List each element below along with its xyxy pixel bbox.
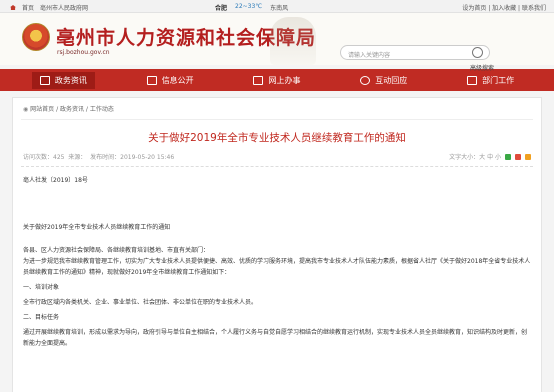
search-input[interactable]: 请输入关键内容 [340,45,490,60]
article-title: 关于做好2019年全市专业技术人员继续教育工作的通知 [148,132,406,144]
main-nav: 政务资讯 信息公开 网上办事 互动回应 部门工作 [0,69,554,91]
nav-item-info[interactable]: 信息公开 [139,72,202,89]
font-size-control[interactable]: 文字大小：大 中 小 [449,152,501,161]
weibo-share-icon[interactable] [515,153,521,160]
top-links[interactable]: 设为首页 | 加入收藏 | 联系我们 [462,3,546,12]
home-icon[interactable] [10,5,16,10]
home-link[interactable]: 首页 [22,3,34,12]
news-icon [39,75,50,85]
nav-label: 互动回应 [375,75,408,85]
nav-item-interact[interactable]: 互动回应 [352,72,415,89]
weather-temp: 22~33℃ [235,3,263,10]
chat-icon [360,75,371,85]
nav-item-news[interactable]: 政务资讯 [31,71,95,89]
national-emblem-icon [22,23,50,51]
publish-date: 发布时间：2019-05-20 15:46 [90,154,175,161]
article-panel: ◉ 网站首页 / 政务资讯 / 工作动态 关于做好2019年全市专业技术人员继续… [12,97,542,392]
article-source: 来源： [68,154,87,161]
statue-decoration [270,17,316,65]
building-icon [467,75,478,85]
computer-icon [253,75,264,85]
nav-label: 网上办事 [268,75,301,85]
section-heading: 二、目标任务 [23,314,60,321]
qzone-share-icon[interactable] [525,153,531,160]
search-icon[interactable] [472,47,483,58]
nav-label: 部门工作 [482,75,515,85]
section-heading: 一、培训对象 [23,284,60,291]
site-header: 亳州市人力资源和社会保障局 rsj.bozhou.gov.cn 请输入关键内容 [0,13,554,65]
wechat-share-icon[interactable] [505,153,511,160]
site-domain: rsj.bozhou.gov.cn [57,49,110,56]
nav-item-online[interactable]: 网上办事 [245,72,308,89]
doc-addressee: 各县、区人力资源社会保障局、各继续教育培训基地、市直有关部门： [23,247,210,254]
nav-label: 信息公开 [161,75,194,85]
paragraph: 为进一步规范我市继续教育管理工作，切实为广大专业技术人员提供便捷、高效、优质的学… [23,258,531,276]
breadcrumb[interactable]: ◉ 网站首页 / 政务资讯 / 工作动态 [21,98,533,120]
article-meta: 访问次数：425 来源： 发布时间：2019-05-20 15:46 文字大小：… [21,149,533,167]
paragraph: 通过开展继续教育培训，形成以需求为导向，政府引导与单位自主相结合，个人履行义务与… [23,329,528,347]
top-bar-left: 首页 亳州市人民政府网 [10,3,88,12]
article-body: 亳人社发〔2019〕18号 关于做好2019年全市专业技术人员继续教育工作的通知… [21,167,533,357]
doc-title: 关于做好2019年全市专业技术人员继续教育工作的通知 [23,224,171,231]
nav-item-dept[interactable]: 部门工作 [459,72,522,89]
weather-city: 合肥 [215,5,228,12]
breadcrumb-text[interactable]: 网站首页 / 政务资讯 / 工作动态 [30,106,114,113]
visit-count: 访问次数：425 [23,154,65,161]
city-gov-link[interactable]: 亳州市人民政府网 [40,3,88,12]
top-bar: 首页 亳州市人民政府网 合肥 22~33℃ 东南风 设为首页 | 加入收藏 | … [0,0,554,13]
doc-number: 亳人社发〔2019〕18号 [23,177,88,184]
nav-label: 政务资讯 [54,75,87,85]
weather-wind: 东南风 [270,5,289,12]
advanced-search-link[interactable]: 高级搜索 [470,63,494,72]
weather-widget: 合肥 22~33℃ 东南风 [215,3,288,12]
paragraph: 全市行政区域内各类机关、企业、事业单位、社会团体、非公单位在职的专业技术人员。 [23,299,258,306]
document-icon [146,75,157,85]
